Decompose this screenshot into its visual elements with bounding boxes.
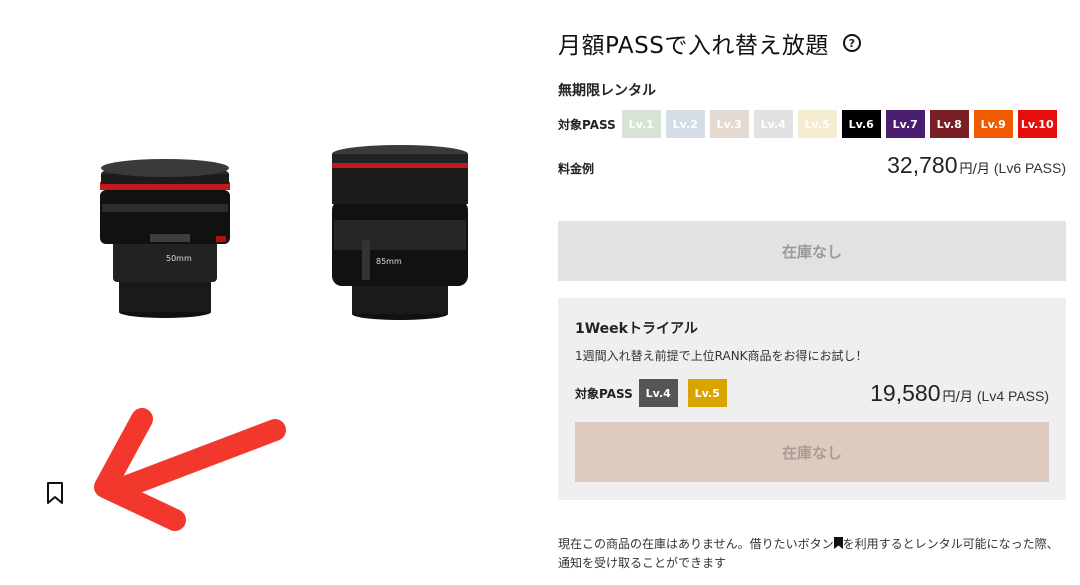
trial-out-of-stock-button[interactable]: 在庫なし: [575, 422, 1049, 482]
trial-badge: Lv.4: [638, 379, 678, 407]
pass-level-badge: Lv.6: [841, 110, 881, 138]
product-image-area: 50mm 85mm: [0, 0, 540, 585]
pass-label: 対象PASS: [558, 117, 616, 132]
pass-level-badge: Lv.4: [753, 110, 793, 138]
pass-level-badge: Lv.10: [1017, 110, 1057, 138]
product-photo: 50mm 85mm: [100, 145, 468, 320]
lens-image-85mm: 85mm: [332, 145, 468, 320]
trial-description: 1週間入れ替え前提で上位RANK商品をお得にお試し！: [575, 349, 868, 363]
notice-text-before: 現在この商品の在庫はありません。借りたいボタン: [558, 537, 834, 551]
stock-notice: 現在この商品の在庫はありません。借りたいボタン を利用するとレンタル可能になった際…: [558, 535, 1066, 573]
trial-title: 1Weekトライアル: [575, 321, 698, 337]
pass-level-badges: Lv.1 Lv.2 Lv.3 Lv.4 Lv.5 Lv.6 Lv.7 Lv.8 Lv.9 Lv.1…: [621, 110, 1057, 138]
pass-level-badge: Lv.2: [665, 110, 705, 138]
price-row: 料金例 32,780 円/月 (Lv6 PASS): [558, 152, 1066, 182]
pass-level-badge: Lv.5: [797, 110, 837, 138]
trial-level-badges: Lv.4 Lv.5: [638, 379, 732, 407]
red-arrow-icon: [94, 408, 286, 531]
lens-image-50mm: 50mm: [100, 159, 230, 318]
out-of-stock-button[interactable]: 在庫なし: [558, 221, 1066, 281]
trial-pass-row: 対象PASS Lv.4 Lv.5: [575, 379, 732, 407]
price-value: 32,780 円/月 (Lv6 PASS): [887, 152, 1066, 179]
pass-level-badge: Lv.8: [929, 110, 969, 138]
lens-label-85mm: 85mm: [376, 257, 402, 266]
bookmark-button[interactable]: [40, 477, 70, 509]
trial-price-amount: 19,580: [870, 380, 941, 406]
trial-price-unit: 円/月: [942, 390, 973, 405]
trial-price-value: 19,580 円/月 (Lv4 PASS): [870, 380, 1049, 407]
bookmark-outline-icon: [47, 482, 63, 504]
title-row: 月額PASSで入れ替え放題 ?: [558, 26, 861, 60]
pass-level-badge: Lv.3: [709, 110, 749, 138]
price-amount: 32,780: [887, 152, 958, 178]
question-circle-icon[interactable]: ?: [842, 34, 861, 52]
price-label: 料金例: [558, 162, 595, 176]
trial-box: 1Weekトライアル 1週間入れ替え前提で上位RANK商品をお得にお試し！ 対象…: [558, 298, 1066, 500]
trial-badge: Lv.5: [687, 379, 727, 407]
lens-label-50mm: 50mm: [166, 254, 192, 263]
bookmark-icon: [833, 537, 843, 549]
unlimited-rental-title: 無期限レンタル: [558, 83, 656, 99]
trial-price-note: (Lv4 PASS): [976, 388, 1049, 404]
pass-level-badge: Lv.1: [621, 110, 661, 138]
unlimited-pass-row: 対象PASS Lv.1 Lv.2 Lv.3 Lv.4 Lv.5 Lv.6 Lv.7 Lv.8 L…: [558, 110, 1057, 138]
pass-level-badge: Lv.9: [973, 110, 1013, 138]
trial-pass-label: 対象PASS: [575, 386, 633, 401]
pass-level-badge: Lv.7: [885, 110, 925, 138]
help-glyph: ?: [848, 36, 856, 50]
page-title: 月額PASSで入れ替え放題: [558, 33, 829, 59]
price-note: (Lv6 PASS): [993, 160, 1066, 176]
price-unit: 円/月: [959, 162, 990, 177]
